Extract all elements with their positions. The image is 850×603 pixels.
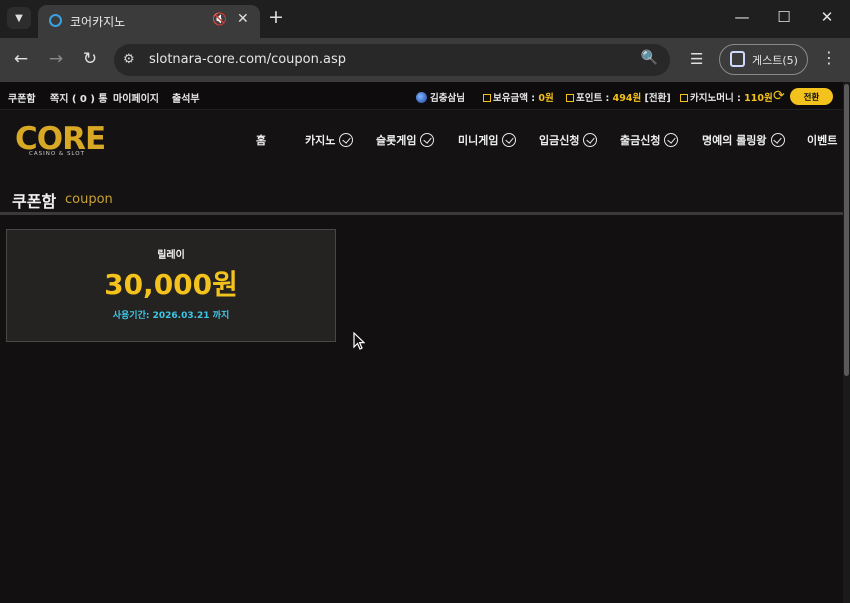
maximize-icon[interactable]: ☐ [769,8,799,26]
points-icon [566,94,574,102]
kebab-icon[interactable]: ⋮ [821,48,837,67]
browser-tab[interactable]: 코어카지노 🔇 ✕ [38,5,260,38]
user-name: 김충삼님 [416,90,465,104]
check-circle-icon [664,133,679,147]
coupon-amount: 30,000원 [104,268,238,301]
site-header: CORE CASINO & SLOT 홈 카지노 슬롯게임 미니게임 입금신청 … [0,111,850,167]
mypage-link[interactable]: 마이페이지 [113,90,159,105]
minimize-icon[interactable]: — [727,8,757,26]
loading-circle-icon [49,14,62,27]
mouse-cursor-icon [353,332,365,350]
logo-subtitle: CASINO & SLOT [29,151,85,157]
browser-toolbar: ← → ↻ ⚙ slotnara-core.com/coupon.asp 🔍 ☰… [0,38,850,82]
reload-icon[interactable]: ↻ [79,49,101,69]
coupon-name: 릴레이 [157,250,185,261]
convert-button[interactable]: 전환 [790,88,833,105]
check-circle-icon [583,133,598,147]
page: 쿠폰함 쪽지 ( 0 ) 통 마이페이지 출석부 김충삼님 보유금액 : 0원 … [0,82,850,603]
tune-icon[interactable]: ⚙ [123,52,135,67]
reading-list-icon[interactable]: ☰ [690,50,703,68]
magnifier-icon[interactable]: 🔍 [641,50,658,66]
nav-home[interactable]: 홈 [256,132,266,148]
scrollbar[interactable] [843,82,850,603]
plus-icon[interactable]: + [268,7,284,27]
nav-deposit[interactable]: 입금신청 [539,132,598,148]
user-topbar: 쿠폰함 쪽지 ( 0 ) 통 마이페이지 출석부 김충삼님 보유금액 : 0원 … [0,82,850,110]
tab-list-button[interactable]: ▼ [7,7,31,29]
nav-casino[interactable]: 카지노 [305,132,354,148]
coupon-expiry: 사용기간: 2026.03.21 까지 [112,311,230,321]
nav-withdraw[interactable]: 출금신청 [620,132,679,148]
profile-button[interactable]: 게스트(5) [719,44,808,75]
nav-minigame[interactable]: 미니게임 [458,132,517,148]
check-circle-icon [420,133,435,147]
page-title: 쿠폰함 [12,192,57,211]
refresh-icon[interactable]: ⟳ [773,88,785,104]
globe-icon [416,92,427,103]
close-icon[interactable]: ✕ [237,11,249,27]
url-text[interactable]: slotnara-core.com/coupon.asp [149,52,346,67]
arrow-left-icon[interactable]: ← [10,49,32,69]
coupon-card[interactable]: 릴레이 30,000원 사용기간: 2026.03.21 까지 [6,229,336,342]
message-link[interactable]: 쪽지 ( 0 ) 통 [50,90,108,105]
nav-slot[interactable]: 슬롯게임 [376,132,435,148]
tab-bar: ▼ 코어카지노 🔇 ✕ + — ☐ ✕ [0,0,850,38]
wallet-icon [483,94,491,102]
check-circle-icon [339,133,354,147]
window-close-icon[interactable]: ✕ [812,8,842,26]
balance: 보유금액 : 0원 [483,90,554,104]
nav-event[interactable]: 이벤트 [807,132,837,148]
scrollbar-thumb[interactable] [844,84,849,376]
page-title-row: 쿠폰함 coupon [0,167,850,215]
tab-title: 코어카지노 [70,15,126,29]
coupon-link[interactable]: 쿠폰함 [8,90,36,105]
page-subtitle: coupon [65,192,113,207]
check-circle-icon [770,133,785,147]
address-bar[interactable]: ⚙ slotnara-core.com/coupon.asp 🔍 [114,44,670,76]
casino-money: 카지노머니 : 110원 [680,90,773,104]
check-circle-icon [502,133,517,147]
points[interactable]: 포인트 : 494원 [전환] [566,90,671,104]
guest-label: 게스트(5) [752,54,798,67]
site-logo[interactable]: CORE CASINO & SLOT [15,123,106,159]
attendance-link[interactable]: 출석부 [172,90,200,105]
person-icon [730,51,745,67]
arrow-right-icon[interactable]: → [45,49,67,69]
casino-money-icon [680,94,688,102]
nav-rolling-king[interactable]: 명예의 롤링왕 [702,132,785,148]
muted-speaker-icon[interactable]: 🔇 [212,12,227,26]
chevron-down-icon: ▼ [15,12,23,24]
